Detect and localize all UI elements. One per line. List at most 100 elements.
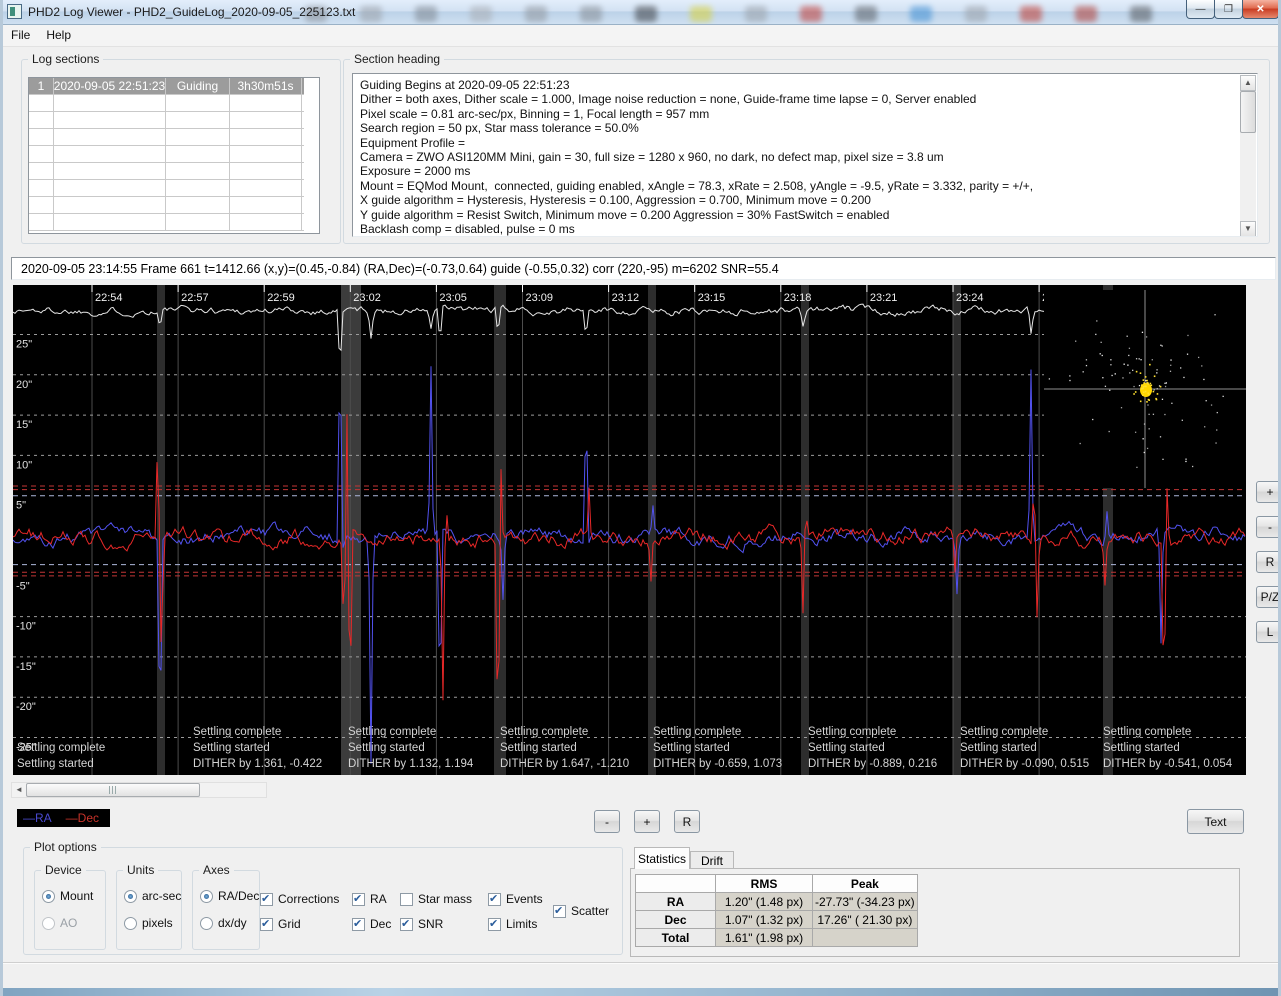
checkbox-icon bbox=[260, 893, 273, 906]
guide-event-label: Settling complete bbox=[960, 726, 1048, 738]
zoom-in-button[interactable]: + bbox=[634, 810, 660, 833]
checkbox-star-mass[interactable]: Star mass bbox=[400, 892, 472, 906]
scatter-dot bbox=[1127, 364, 1128, 365]
radio-radec[interactable]: RA/Dec bbox=[200, 889, 259, 903]
cell bbox=[29, 129, 54, 145]
checkbox-limits[interactable]: Limits bbox=[488, 917, 537, 931]
horizontal-scrollbar[interactable]: ◄ bbox=[11, 782, 267, 798]
log-section-row[interactable] bbox=[29, 129, 304, 146]
cell bbox=[230, 129, 302, 145]
section-heading-text[interactable]: Guiding Begins at 2020-09-05 22:51:23Dit… bbox=[352, 73, 1258, 237]
vertical-scrollbar[interactable]: ▲ ▼ bbox=[1240, 75, 1256, 237]
log-section-row[interactable] bbox=[29, 214, 304, 231]
text-button[interactable]: Text bbox=[1187, 809, 1244, 834]
log-section-row[interactable] bbox=[29, 112, 304, 129]
log-sections-label: Log sections bbox=[28, 52, 103, 66]
scatter-dot bbox=[1154, 389, 1155, 390]
cluster-dot bbox=[1142, 394, 1144, 396]
radio-arcsec[interactable]: arc-sec bbox=[124, 889, 181, 903]
checkbox-ra[interactable]: RA bbox=[352, 892, 387, 906]
scatter-dot bbox=[1152, 359, 1153, 360]
cluster-dot bbox=[1140, 372, 1142, 374]
scatter-dot bbox=[1069, 375, 1070, 376]
guide-event-label: Settling complete bbox=[653, 726, 741, 738]
scatter-dot bbox=[1129, 372, 1130, 373]
stats-value bbox=[813, 929, 918, 947]
taskbar-ghost-icon bbox=[470, 6, 492, 22]
graph-l-button[interactable]: L bbox=[1256, 621, 1281, 643]
cell bbox=[54, 112, 166, 128]
graph-r-button[interactable]: R bbox=[1256, 551, 1281, 573]
checkbox-label: Dec bbox=[370, 917, 391, 931]
scroll-left-icon[interactable]: ◄ bbox=[12, 783, 26, 797]
scatter-dot bbox=[1132, 370, 1133, 371]
log-section-row[interactable] bbox=[29, 197, 304, 214]
checkbox-label: RA bbox=[370, 892, 387, 906]
scatter-dot bbox=[1110, 364, 1111, 365]
log-text-line: Mount = EQMod Mount, connected, guiding … bbox=[360, 179, 1237, 193]
thumb-grip bbox=[109, 786, 117, 794]
checkbox-events[interactable]: Events bbox=[488, 892, 543, 906]
scatter-dot bbox=[1156, 369, 1157, 370]
radio-mount[interactable]: Mount bbox=[42, 889, 93, 903]
cell bbox=[54, 146, 166, 162]
log-section-row[interactable] bbox=[29, 180, 304, 197]
cluster-dot bbox=[1135, 391, 1137, 393]
guide-event-label: Settling complete bbox=[348, 726, 436, 738]
scatter-dot bbox=[1101, 342, 1102, 343]
radio-pixels[interactable]: pixels bbox=[124, 916, 173, 930]
cluster-dot bbox=[1142, 388, 1144, 390]
log-section-row[interactable] bbox=[29, 146, 304, 163]
guide-graph[interactable]: 22:5422:5722:5923:0223:0523:0923:1223:15… bbox=[13, 285, 1246, 775]
checkbox-scatter[interactable]: Scatter bbox=[553, 904, 609, 918]
taskbar-ghost-icon bbox=[580, 6, 602, 22]
scroll-up-icon[interactable]: ▲ bbox=[1240, 75, 1256, 91]
graph-pz-button[interactable]: P/Z bbox=[1256, 586, 1281, 608]
cell bbox=[54, 197, 166, 213]
checkbox-dec[interactable]: Dec bbox=[352, 917, 391, 931]
stats-row: RA1.20" (1.48 px)-27.73" (-34.23 px) bbox=[636, 893, 918, 911]
log-section-row[interactable]: 12020-09-05 22:51:23Guiding3h30m51s bbox=[29, 78, 304, 95]
log-sections-table[interactable]: 12020-09-05 22:51:23Guiding3h30m51s bbox=[28, 77, 320, 234]
log-section-row[interactable] bbox=[29, 95, 304, 112]
scatter-dot bbox=[1171, 403, 1172, 404]
scrollbar-thumb[interactable] bbox=[1240, 91, 1256, 133]
checkbox-corrections[interactable]: Corrections bbox=[260, 892, 339, 906]
radio-ao[interactable]: AO bbox=[42, 916, 77, 930]
cluster-dot bbox=[1136, 371, 1138, 373]
scatter-dot bbox=[1110, 359, 1111, 360]
graph---button[interactable]: - bbox=[1256, 516, 1281, 538]
log-sections-groupbox: Log sections 12020-09-05 22:51:23Guiding… bbox=[21, 59, 341, 244]
menu-help[interactable]: Help bbox=[38, 25, 79, 45]
checkbox-grid[interactable]: Grid bbox=[260, 917, 301, 931]
radio-dxdy[interactable]: dx/dy bbox=[200, 916, 247, 930]
window-title: PHD2 Log Viewer - PHD2_GuideLog_2020-09-… bbox=[28, 5, 355, 19]
hscrollbar-thumb[interactable] bbox=[26, 783, 200, 797]
tab-statistics[interactable]: Statistics bbox=[634, 847, 690, 869]
graph-+-button[interactable]: + bbox=[1256, 481, 1281, 503]
scroll-down-icon[interactable]: ▼ bbox=[1240, 221, 1256, 237]
cell bbox=[230, 112, 302, 128]
guide-event-label: Settling complete bbox=[500, 726, 588, 738]
close-button[interactable]: ✕ bbox=[1242, 0, 1279, 19]
zoom-out-button[interactable]: - bbox=[594, 810, 620, 833]
checkbox-snr[interactable]: SNR bbox=[400, 917, 443, 931]
cluster-dot bbox=[1147, 393, 1149, 395]
scatter-dot bbox=[1147, 448, 1148, 449]
menu-file[interactable]: File bbox=[3, 25, 38, 45]
cluster-dot bbox=[1146, 401, 1148, 403]
cell bbox=[166, 214, 230, 230]
minimize-button[interactable]: — bbox=[1186, 0, 1215, 19]
maximize-button[interactable]: ❒ bbox=[1214, 0, 1243, 19]
log-section-row[interactable] bbox=[29, 163, 304, 180]
stats-row: Total1.61" (1.98 px) bbox=[636, 929, 918, 947]
titlebar[interactable]: PHD2 Log Viewer - PHD2_GuideLog_2020-09-… bbox=[0, 0, 1281, 25]
zoom-reset-button[interactable]: R bbox=[674, 810, 700, 833]
tab-drift[interactable]: Drift bbox=[690, 851, 734, 869]
scatter-dot bbox=[1162, 459, 1163, 460]
cell bbox=[54, 95, 166, 111]
stats-row: Dec1.07" (1.32 px)17.26" ( 21.30 px) bbox=[636, 911, 918, 929]
scatter-dot bbox=[1160, 345, 1161, 346]
time-tick-label: 23:24 bbox=[956, 292, 984, 304]
guide-event-label: Settling started bbox=[1103, 742, 1180, 754]
